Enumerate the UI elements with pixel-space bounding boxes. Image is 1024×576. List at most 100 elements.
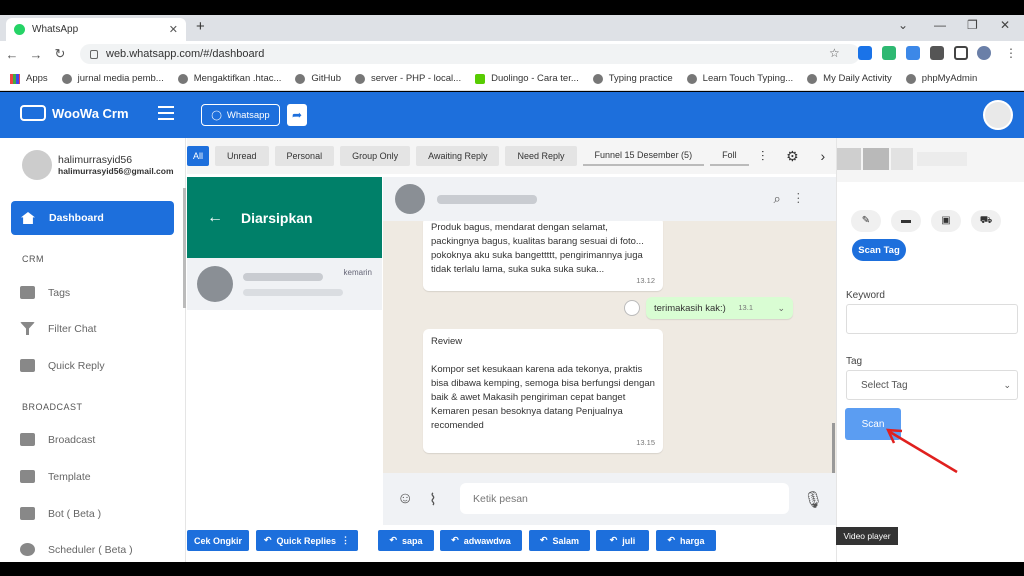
- extension-icon[interactable]: [882, 46, 896, 60]
- reply-icon: ↶: [263, 535, 272, 545]
- browser-tab-strip: WhatsApp ✕: [0, 15, 1024, 41]
- filter-personal[interactable]: Personal: [274, 146, 335, 166]
- reply-icon: ↶: [609, 535, 618, 545]
- sidebar-item-scheduler[interactable]: Scheduler ( Beta ): [20, 543, 133, 556]
- crm-app: WooWa Crm ◯ Whatsapp ➦ halimurrasyid56 ha…: [0, 92, 1024, 562]
- bookmark-item[interactable]: Typing practice: [592, 73, 673, 84]
- tab-search-icon[interactable]: ⌄: [898, 18, 908, 32]
- chevron-down-icon[interactable]: ⌄: [777, 301, 785, 315]
- new-tab-icon[interactable]: +: [196, 18, 205, 35]
- tag-label: Tag: [846, 356, 863, 367]
- globe-icon: [592, 73, 603, 84]
- browser-tab[interactable]: WhatsApp ✕: [6, 18, 186, 41]
- chat-avatar[interactable]: [395, 184, 425, 214]
- annotation-arrow: [885, 428, 958, 474]
- sidebar-item-quick-reply[interactable]: Quick Reply: [20, 359, 105, 372]
- brand-logo[interactable]: WooWa Crm: [20, 105, 129, 121]
- reload-icon[interactable]: ↻: [48, 46, 72, 62]
- chat-header: ⌕⋮: [383, 177, 836, 221]
- share-button[interactable]: ➦: [287, 104, 307, 126]
- puzzle-icon[interactable]: [930, 46, 944, 60]
- whatsapp-button[interactable]: ◯ Whatsapp: [201, 104, 280, 126]
- chat-list-item[interactable]: kemarin: [187, 258, 382, 310]
- pencil-icon[interactable]: ✎: [851, 210, 881, 232]
- back-arrow-icon[interactable]: ←: [207, 209, 223, 227]
- cek-ongkir-button[interactable]: Cek Ongkir: [187, 530, 249, 551]
- reply-icon: ↶: [451, 535, 459, 545]
- right-panel: ✎ ▬ ▣ ⛟ Scan Tag Keyword Tag Select Tag ⌄…: [836, 138, 1024, 562]
- filter-funnel[interactable]: Funnel 15 Desember (5): [582, 146, 705, 166]
- image-icon[interactable]: ▣: [931, 210, 961, 232]
- bookmark-item[interactable]: My Daily Activity: [807, 73, 892, 84]
- chat-name-blurred: [437, 194, 537, 204]
- filter-follow[interactable]: Foll: [710, 146, 749, 166]
- filter-unread[interactable]: Unread: [215, 146, 269, 166]
- back-icon[interactable]: ←: [0, 47, 24, 62]
- filter-awaiting-reply[interactable]: Awaiting Reply: [416, 146, 500, 166]
- chat-bubble-icon[interactable]: ▬: [891, 210, 921, 232]
- address-bar[interactable]: web.whatsapp.com/#/dashboard: [80, 44, 860, 64]
- message-time: 13.15: [636, 438, 655, 447]
- reply-adwawdwa-button[interactable]: ↶ adwawdwa: [440, 530, 522, 551]
- sidebar-item-filter-chat[interactable]: Filter Chat: [20, 322, 96, 335]
- gear-icon[interactable]: ⚙: [786, 148, 799, 165]
- bookmark-item[interactable]: server - PHP - local...: [354, 73, 461, 84]
- reply-salam-button[interactable]: ↶ Salam: [529, 530, 590, 551]
- extension-icon[interactable]: [906, 46, 920, 60]
- hamburger-menu-icon[interactable]: [158, 106, 174, 120]
- search-icon[interactable]: ⌕: [773, 191, 796, 206]
- extension-icon[interactable]: [858, 46, 872, 60]
- sidebar-scrollbar[interactable]: [183, 188, 186, 308]
- bookmark-item[interactable]: jurnal media pemb...: [61, 73, 164, 84]
- star-icon[interactable]: ☆: [829, 46, 843, 60]
- contact-avatar: [197, 266, 233, 302]
- bookmark-item[interactable]: Learn Touch Typing...: [686, 73, 793, 84]
- filter-need-reply[interactable]: Need Reply: [505, 146, 577, 166]
- profile-icon[interactable]: [977, 46, 991, 60]
- bookmark-apps[interactable]: Apps: [10, 73, 48, 84]
- sidebar-item-bot[interactable]: Bot ( Beta ): [20, 507, 101, 520]
- reply-juli-button[interactable]: ↶ juli: [596, 530, 649, 551]
- quick-replies-button[interactable]: ↶ Quick Replies ⋮: [256, 530, 358, 551]
- blurred-name: [891, 148, 913, 170]
- bookmark-item[interactable]: Mengaktifkan .htac...: [177, 73, 281, 84]
- tag-select[interactable]: Select Tag ⌄: [846, 370, 1018, 400]
- sidebar-item-dashboard[interactable]: Dashboard: [11, 201, 174, 235]
- quick-reply-bar: Cek Ongkir ↶ Quick Replies ⋮ ↶ sapa ↶ adwawd…: [187, 525, 836, 562]
- sidebar-item-broadcast[interactable]: Broadcast: [20, 433, 95, 446]
- forward-icon[interactable]: →: [24, 47, 48, 62]
- restore-icon[interactable]: ❐: [967, 18, 978, 32]
- sidepanel-icon[interactable]: [954, 46, 968, 60]
- cart-icon[interactable]: ⛟: [971, 210, 1001, 232]
- bookmarks-bar: Apps jurnal media pemb... Mengaktifkan .…: [0, 67, 1024, 91]
- sliders-icon[interactable]: ⫶: [761, 148, 765, 165]
- message-input[interactable]: Ketik pesan: [460, 483, 789, 514]
- sidebar-item-tags[interactable]: Tags: [20, 286, 70, 299]
- reply-harga-button[interactable]: ↶ harga: [656, 530, 716, 551]
- close-window-icon[interactable]: ✕: [1000, 18, 1010, 32]
- sidebar-item-template[interactable]: Template: [20, 470, 91, 483]
- keyword-input[interactable]: [846, 304, 1018, 334]
- chevron-right-icon[interactable]: ›: [820, 148, 825, 164]
- contact-name-blurred: [243, 272, 323, 281]
- reply-sapa-button[interactable]: ↶ sapa: [378, 530, 434, 551]
- emoji-react-icon[interactable]: [624, 300, 640, 316]
- more-icon[interactable]: ⋮: [797, 191, 816, 206]
- chat-scrollbar[interactable]: [832, 423, 835, 473]
- close-tab-icon[interactable]: ✕: [169, 23, 178, 36]
- duolingo-icon: [475, 73, 486, 84]
- bookmark-item[interactable]: phpMyAdmin: [905, 73, 977, 84]
- menu-icon[interactable]: ⋮: [1004, 46, 1018, 60]
- scan-tag-button[interactable]: Scan Tag: [852, 239, 906, 261]
- bookmark-item[interactable]: GitHub: [295, 73, 341, 84]
- bookmark-item[interactable]: Duolingo - Cara ter...: [475, 73, 579, 84]
- avatar[interactable]: [983, 100, 1013, 130]
- filter-all[interactable]: All: [187, 146, 210, 166]
- microphone-icon[interactable]: 🎙: [803, 490, 823, 510]
- chat-filter-tabs: All Unread Personal Group Only Awaiting …: [187, 138, 750, 174]
- emoji-icon[interactable]: ☺: [397, 490, 413, 508]
- attach-icon[interactable]: ⌇: [429, 490, 437, 510]
- minimize-icon[interactable]: —: [934, 18, 946, 32]
- globe-icon: [354, 73, 365, 84]
- filter-group-only[interactable]: Group Only: [340, 146, 411, 166]
